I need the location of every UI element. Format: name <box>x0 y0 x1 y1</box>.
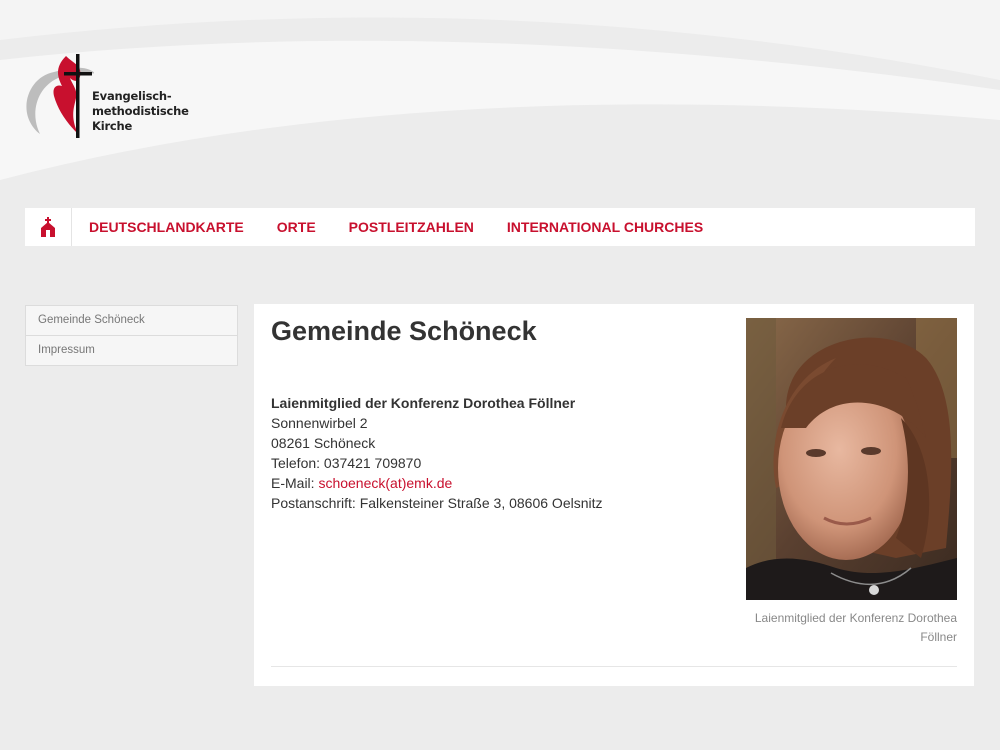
cross-and-flame-icon <box>26 54 94 138</box>
contact-email-row: E-Mail: schoeneck(at)emk.de <box>271 473 603 493</box>
content-divider <box>271 666 957 667</box>
page-title: Gemeinde Schöneck <box>271 316 537 346</box>
contact-city: 08261 Schöneck <box>271 435 376 451</box>
contact-postal-address: Postanschrift: Falkensteiner Straße 3, 0… <box>271 495 603 511</box>
contact-street: Sonnenwirbel 2 <box>271 415 368 431</box>
photo-caption: Laienmitglied der Konferenz Dorothea Föl… <box>754 611 957 644</box>
contact-phone: Telefon: 037421 709870 <box>271 455 422 471</box>
email-label: E-Mail: <box>271 475 319 491</box>
nav-deutschlandkarte[interactable]: DEUTSCHLANDKARTE <box>89 219 244 235</box>
nav-international-churches[interactable]: INTERNATIONAL CHURCHES <box>507 219 703 235</box>
email-link[interactable]: schoeneck(at)emk.de <box>318 475 452 491</box>
contact-block: Laienmitglied der Konferenz Dorothea Föl… <box>271 393 603 513</box>
nav-orte[interactable]: ORTE <box>277 219 316 235</box>
church-icon <box>41 217 55 237</box>
sidebar-menu: Gemeinde Schöneck Impressum <box>25 305 238 366</box>
logo-wordmark: Evangelisch- methodistische Kirche <box>92 89 189 134</box>
sidebar-item-gemeinde-schoeneck[interactable]: Gemeinde Schöneck <box>26 306 237 335</box>
logo-line-1: Evangelisch- <box>92 89 172 103</box>
logo-line-3: Kirche <box>92 119 133 133</box>
main-navigation: DEUTSCHLANDKARTE ORTE POSTLEITZAHLEN INT… <box>25 208 975 246</box>
logo-line-2: methodistische <box>92 104 189 118</box>
main-content: Gemeinde Schöneck Laienmitglied der Konf… <box>254 304 974 686</box>
contact-name: Laienmitglied der Konferenz Dorothea Föl… <box>271 395 576 411</box>
portrait-photo <box>746 318 957 600</box>
nav-postleitzahlen[interactable]: POSTLEITZAHLEN <box>349 219 474 235</box>
emk-logo[interactable]: Evangelisch- methodistische Kirche <box>24 50 194 140</box>
nav-home-button[interactable] <box>25 208 72 246</box>
sidebar-item-impressum[interactable]: Impressum <box>26 335 237 365</box>
